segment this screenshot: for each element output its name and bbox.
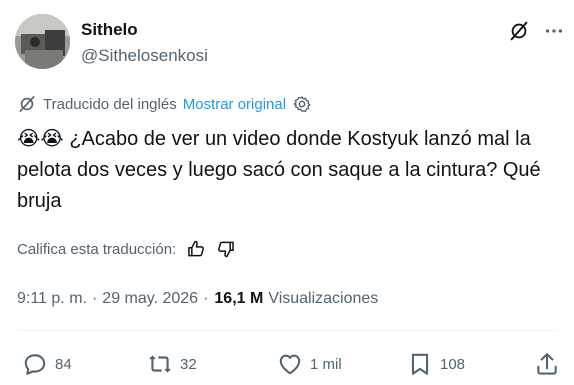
more-options-icon[interactable] bbox=[541, 18, 567, 44]
reply-count: 84 bbox=[55, 355, 72, 373]
repost-icon bbox=[147, 351, 173, 377]
tweet-time[interactable]: 9:11 p. m. bbox=[17, 290, 87, 308]
like-count: 1 mil bbox=[310, 355, 342, 373]
rate-translation-label: Califica esta traducción: bbox=[17, 240, 177, 258]
thumbs-down-icon[interactable] bbox=[216, 239, 236, 259]
meta-separator: · bbox=[91, 290, 98, 307]
share-button[interactable] bbox=[534, 350, 567, 378]
bookmark-count: 108 bbox=[440, 355, 466, 373]
tweet-body: ¿Acabo de ver un video donde Kostyuk lan… bbox=[17, 128, 541, 212]
grok-icon[interactable] bbox=[506, 18, 532, 44]
reply-button[interactable]: 84 bbox=[22, 350, 72, 378]
display-name[interactable]: Sithelo bbox=[81, 19, 138, 41]
gear-icon[interactable] bbox=[292, 94, 312, 114]
like-button[interactable]: 1 mil bbox=[277, 350, 342, 378]
tweet-text: 😭😭 ¿Acabo de ver un video donde Kostyuk … bbox=[17, 124, 557, 217]
crying-emoji: 😭😭 bbox=[17, 128, 64, 150]
meta-separator-2: · bbox=[203, 290, 209, 307]
show-original-link[interactable]: Mostrar original bbox=[183, 96, 286, 113]
repost-count: 32 bbox=[180, 355, 197, 373]
bookmark-icon bbox=[407, 351, 433, 377]
rate-translation: Califica esta traducción: bbox=[17, 238, 236, 260]
tweet-date[interactable]: 29 may. 2026 bbox=[102, 290, 198, 308]
grok-translate-icon bbox=[17, 94, 37, 114]
share-icon bbox=[534, 351, 560, 377]
action-bar: 84 32 1 mil 108 bbox=[17, 350, 562, 378]
handle[interactable]: @Sithelosenkosi bbox=[81, 45, 208, 67]
translation-label: Traducido del inglés bbox=[43, 95, 177, 113]
avatar[interactable] bbox=[15, 14, 70, 69]
views-count: 16,1 M bbox=[214, 290, 264, 307]
thumbs-up-icon[interactable] bbox=[186, 239, 206, 259]
heart-icon bbox=[277, 351, 303, 377]
divider bbox=[17, 330, 557, 331]
reply-icon bbox=[22, 351, 48, 377]
tweet-meta: 9:11 p. m. · 29 may. 2026 · 16,1 M Visua… bbox=[17, 288, 378, 310]
translation-bar: Traducido del inglés Mostrar original bbox=[17, 93, 312, 115]
repost-button[interactable]: 32 bbox=[147, 350, 197, 378]
views-label: Visualizaciones bbox=[268, 290, 379, 307]
bookmark-button[interactable]: 108 bbox=[407, 350, 465, 378]
